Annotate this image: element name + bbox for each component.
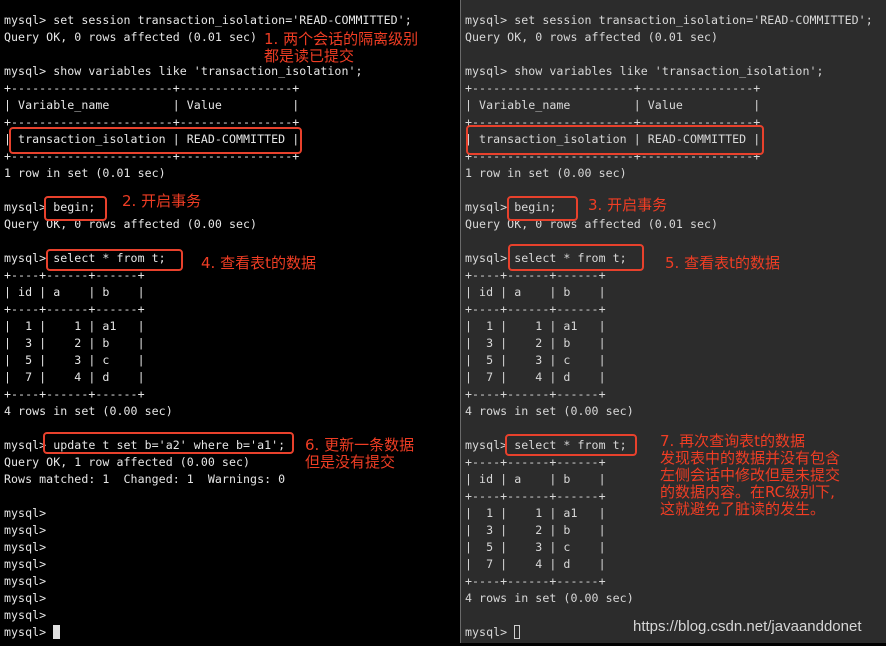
output-line: | 7 | 4 | d | <box>4 370 145 384</box>
prompt-line: mysql> set session transaction_isolation… <box>465 13 873 27</box>
output-line: Query OK, 0 rows affected (0.01 sec) <box>465 30 719 44</box>
left-terminal-pane[interactable]: mysql> set session transaction_isolation… <box>0 0 459 646</box>
prompt-line: mysql> <box>4 624 412 641</box>
annotation-step-3: 3. 开启事务 <box>588 196 668 214</box>
output-line: | id | a | b | <box>465 285 606 299</box>
output-line: | id | a | b | <box>4 285 145 299</box>
output-line: | 5 | 3 | c | <box>4 353 145 367</box>
annotation-step-4: 4. 查看表t的数据 <box>201 254 316 272</box>
output-line: +----+------+------+ <box>465 302 606 316</box>
output-line: | 7 | 4 | d | <box>465 370 606 384</box>
prompt-line: mysql> show variables like 'transaction_… <box>465 64 824 78</box>
output-line: +-----------------------+---------------… <box>4 81 300 95</box>
output-line: 1 row in set (0.01 sec) <box>4 166 166 180</box>
annotation-step-6: 6. 更新一条数据 但是没有提交 <box>305 436 415 471</box>
output-line: +-----------------------+---------------… <box>465 81 761 95</box>
output-line: 1 row in set (0.00 sec) <box>465 166 627 180</box>
output-line: Rows matched: 1 Changed: 1 Warnings: 0 <box>4 472 286 486</box>
watermark-url: https://blog.csdn.net/javaanddonet <box>633 618 862 635</box>
output-line: | Variable_name | Value | <box>465 98 761 112</box>
annotation-step-7: 7. 再次查询表t的数据 发现表中的数据并没有包含 左侧会话中修改但是未提交 的… <box>660 432 841 518</box>
prompt-line: mysql> show variables like 'transaction_… <box>4 64 363 78</box>
highlight-begin-right <box>507 196 578 221</box>
output-line: +----+------+------+ <box>465 387 606 401</box>
output-line: | 1 | 1 | a1 | <box>4 319 145 333</box>
highlight-select-again-right <box>505 434 637 456</box>
output-line: | 3 | 2 | b | <box>465 523 606 537</box>
right-terminal-output[interactable]: mysql> set session transaction_isolation… <box>465 12 873 641</box>
output-line: | 1 | 1 | a1 | <box>465 319 606 333</box>
highlight-update-left <box>43 432 294 454</box>
output-line: | 5 | 3 | c | <box>465 353 606 367</box>
text-cursor[interactable] <box>53 625 61 639</box>
prompt-line: mysql> <box>4 540 54 554</box>
output-line: 4 rows in set (0.00 sec) <box>465 591 634 605</box>
output-line: 4 rows in set (0.00 sec) <box>465 404 634 418</box>
prompt-line: mysql> <box>4 608 54 622</box>
left-terminal-output[interactable]: mysql> set session transaction_isolation… <box>4 12 412 641</box>
highlight-isolation-row-left <box>9 127 302 154</box>
highlight-isolation-row-right <box>466 125 764 155</box>
highlight-begin-left <box>44 196 107 221</box>
output-line: +----+------+------+ <box>4 302 145 316</box>
prompt-line: mysql> set session transaction_isolation… <box>4 13 412 27</box>
output-line: | 5 | 3 | c | <box>465 540 606 554</box>
text-cursor[interactable] <box>514 625 521 639</box>
right-terminal-pane[interactable]: mysql> set session transaction_isolation… <box>460 0 886 646</box>
highlight-select-right <box>508 244 644 271</box>
output-line: +----+------+------+ <box>4 387 145 401</box>
output-line: | Variable_name | Value | <box>4 98 300 112</box>
prompt-line: mysql> <box>4 523 54 537</box>
highlight-select-left <box>46 249 183 271</box>
prompt-line: mysql> <box>4 574 54 588</box>
output-line: | 3 | 2 | b | <box>4 336 145 350</box>
output-line: +----+------+------+ <box>465 574 606 588</box>
annotation-step-1: 1. 两个会话的隔离级别 都是读已提交 <box>264 30 419 65</box>
prompt-line: mysql> <box>4 557 54 571</box>
output-line: | 7 | 4 | d | <box>465 557 606 571</box>
annotation-step-2: 2. 开启事务 <box>122 192 202 210</box>
output-line: | 3 | 2 | b | <box>465 336 606 350</box>
prompt-line: mysql> <box>4 591 54 605</box>
output-line: 4 rows in set (0.00 sec) <box>4 404 173 418</box>
prompt-line: mysql> <box>4 506 54 520</box>
annotation-step-5: 5. 查看表t的数据 <box>665 254 780 272</box>
